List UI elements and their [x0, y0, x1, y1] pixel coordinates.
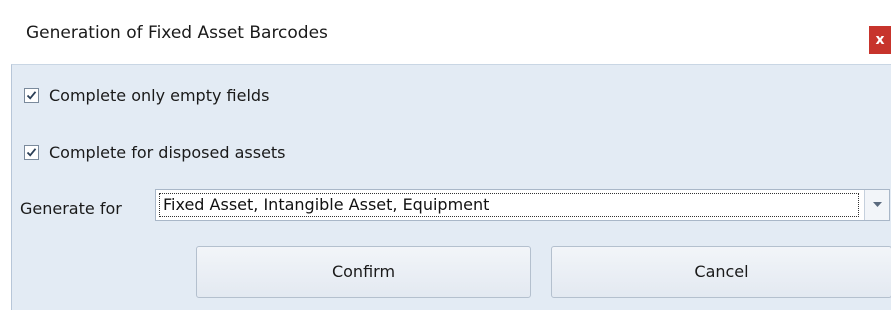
generate-for-label: Generate for	[20, 199, 122, 218]
cancel-button[interactable]: Cancel	[551, 246, 891, 298]
generate-for-value[interactable]: Fixed Asset, Intangible Asset, Equipment	[159, 193, 859, 217]
title-bar: Generation of Fixed Asset Barcodes x	[0, 0, 891, 64]
dialog-body: Complete only empty fields Complete for …	[11, 64, 891, 310]
generate-for-dropdown[interactable]: Fixed Asset, Intangible Asset, Equipment	[155, 189, 890, 221]
dropdown-button[interactable]	[864, 190, 889, 220]
complete-empty-option[interactable]: Complete only empty fields	[24, 84, 269, 106]
window-title: Generation of Fixed Asset Barcodes	[26, 23, 328, 43]
barcode-generation-dialog: Generation of Fixed Asset Barcodes x Com…	[0, 0, 891, 310]
complete-empty-checkbox[interactable]	[24, 87, 39, 103]
close-button[interactable]: x	[869, 26, 891, 54]
complete-disposed-option[interactable]: Complete for disposed assets	[24, 141, 286, 163]
complete-disposed-label: Complete for disposed assets	[49, 142, 286, 162]
chevron-down-icon	[873, 202, 882, 207]
close-icon[interactable]: x	[875, 32, 884, 48]
complete-disposed-checkbox[interactable]	[24, 144, 39, 160]
checkmark-icon	[26, 90, 37, 100]
confirm-button[interactable]: Confirm	[196, 246, 531, 298]
checkmark-icon	[26, 147, 37, 157]
complete-empty-label: Complete only empty fields	[49, 85, 270, 105]
